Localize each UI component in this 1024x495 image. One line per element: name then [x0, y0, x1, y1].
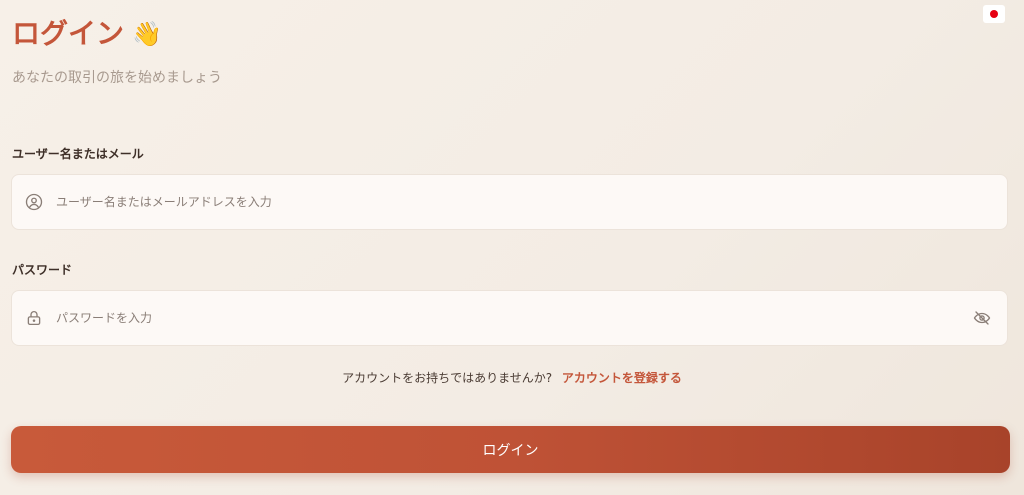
waving-hand-icon: 👋	[132, 20, 162, 48]
password-field-wrapper	[11, 290, 1008, 346]
register-link[interactable]: アカウントを登録する	[562, 371, 682, 385]
username-field-wrapper	[11, 174, 1008, 230]
page-title-text: ログイン	[12, 17, 125, 50]
language-flag-button[interactable]	[983, 5, 1005, 23]
eye-off-icon	[973, 311, 991, 325]
lock-icon	[12, 309, 56, 327]
page-title: ログイン 👋	[12, 14, 162, 54]
password-input[interactable]	[56, 298, 957, 338]
signup-question: アカウントをお持ちではありませんか?	[342, 371, 553, 385]
password-label: パスワード	[12, 263, 73, 277]
password-visibility-toggle[interactable]	[957, 309, 1007, 327]
login-button[interactable]: ログイン	[11, 426, 1010, 473]
signup-prompt: アカウントをお持ちではありませんか? アカウントを登録する	[0, 368, 1024, 388]
user-circle-icon	[12, 193, 56, 211]
username-label: ユーザー名またはメール	[12, 147, 144, 161]
jp-flag-icon	[990, 10, 998, 18]
page-subtitle: あなたの取引の旅を始めましょう	[12, 70, 222, 86]
username-input[interactable]	[56, 182, 1007, 222]
